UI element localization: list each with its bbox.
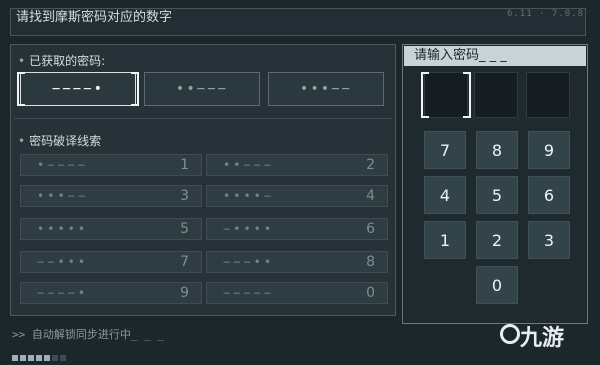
- instruction-title: 请找到摩斯密码对应的数字: [16, 10, 173, 25]
- bracket-right-icon: [463, 72, 471, 118]
- clue-number: 3: [180, 188, 189, 204]
- clue-item: −−−•• 8: [206, 251, 388, 273]
- sync-progress-bar: [12, 346, 212, 361]
- key-4[interactable]: 4: [424, 176, 466, 214]
- clue-number: 9: [180, 285, 189, 301]
- clue-code: •••••: [37, 222, 89, 236]
- watermark-logo: 九游: [520, 326, 565, 351]
- clue-item: ••••• 5: [20, 218, 202, 240]
- clue-code: ••••−: [223, 189, 275, 203]
- acquired-code-1: −−−−•: [17, 72, 139, 106]
- clue-item: •−−−− 1: [20, 154, 202, 176]
- clue-code: •−−−−: [37, 158, 89, 172]
- clue-code: −−−••: [223, 255, 275, 269]
- clue-code: −−•••: [37, 255, 89, 269]
- clue-item: −•••• 6: [206, 218, 388, 240]
- clue-number: 4: [366, 188, 375, 204]
- acquired-code-text: ••−−−: [175, 81, 229, 97]
- acquired-code-2: ••−−−: [144, 72, 260, 106]
- clue-code: −••••: [223, 222, 275, 236]
- acquired-section-title: • 已获取的密码:: [18, 52, 105, 69]
- bracket-left-icon: [421, 72, 429, 118]
- logo-icon: [500, 324, 520, 344]
- key-2[interactable]: 2: [476, 221, 518, 259]
- clue-item: −−−−− 0: [206, 282, 388, 304]
- clue-number: 1: [180, 157, 189, 173]
- clue-item: ••••− 4: [206, 185, 388, 207]
- key-0[interactable]: 0: [476, 266, 518, 304]
- password-slot-2: [474, 72, 518, 118]
- sync-status: >> 自动解锁同步进行中_ _ _: [12, 328, 164, 341]
- key-5[interactable]: 5: [476, 176, 518, 214]
- key-9[interactable]: 9: [528, 131, 570, 169]
- clue-code: −−−−−: [223, 286, 275, 300]
- clue-number: 0: [366, 285, 375, 301]
- clue-item: ••−−− 2: [206, 154, 388, 176]
- clues-label: 密码破译线索: [29, 134, 102, 148]
- clue-code: ••−−−: [223, 158, 275, 172]
- clue-item: −−••• 7: [20, 251, 202, 273]
- key-6[interactable]: 6: [528, 176, 570, 214]
- clues-section-title: • 密码破译线索: [18, 132, 101, 149]
- key-1[interactable]: 1: [424, 221, 466, 259]
- clue-code: −−−−•: [37, 286, 89, 300]
- acquired-code-text: •••−−: [299, 81, 353, 97]
- key-7[interactable]: 7: [424, 131, 466, 169]
- clue-item: •••−− 3: [20, 185, 202, 207]
- acquired-label: 已获取的密码:: [29, 54, 106, 68]
- password-slot-1: [421, 72, 471, 118]
- clue-number: 7: [180, 254, 189, 270]
- clue-number: 8: [366, 254, 375, 270]
- clue-number: 2: [366, 157, 375, 173]
- password-slot-3: [526, 72, 570, 118]
- key-8[interactable]: 8: [476, 131, 518, 169]
- password-header: 请输入密码_ _ _: [404, 46, 586, 66]
- acquired-code-text: −−−−•: [51, 81, 105, 97]
- bullet-icon: •: [18, 134, 26, 148]
- clue-number: 6: [366, 221, 375, 237]
- clue-code: •••−−: [37, 189, 89, 203]
- version-meta: 6.11 · 7.0.8: [506, 9, 584, 19]
- bullet-icon: •: [18, 54, 26, 68]
- divider: [14, 118, 392, 119]
- clue-item: −−−−• 9: [20, 282, 202, 304]
- acquired-code-3: •••−−: [268, 72, 384, 106]
- clue-number: 5: [180, 221, 189, 237]
- key-3[interactable]: 3: [528, 221, 570, 259]
